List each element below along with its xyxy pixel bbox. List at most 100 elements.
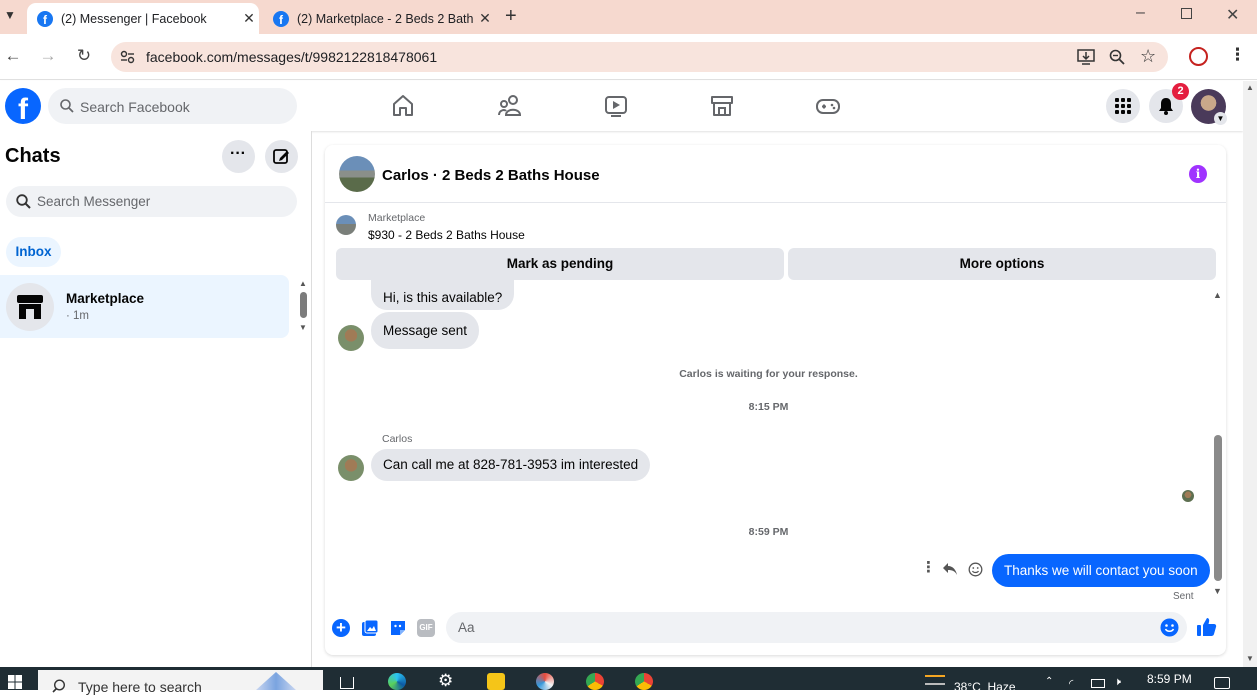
more-dots-icon: ··· (230, 145, 246, 162)
marketplace-listing-bar: Marketplace $930 - 2 Beds 2 Baths House … (325, 203, 1226, 290)
account-chevron-icon[interactable]: ▼ (1214, 112, 1227, 125)
messages-scrollbar[interactable]: ▲ ▼ (1211, 290, 1225, 600)
timestamp: 8:15 PM (748, 401, 789, 413)
search-icon (16, 194, 31, 209)
paint-app-icon[interactable] (536, 673, 554, 690)
minimize-button[interactable]: – (1136, 4, 1145, 22)
forward-button[interactable]: → (37, 46, 59, 66)
conversation-time: · 1m (66, 310, 89, 322)
bell-icon (1159, 98, 1173, 115)
message-bubble: Hi, is this available? (371, 280, 515, 310)
zoom-icon[interactable] (1109, 49, 1125, 65)
marketplace-icon[interactable] (709, 93, 735, 119)
bookmark-star-icon[interactable]: ☆ (1140, 46, 1156, 67)
mark-as-pending-button[interactable]: Mark as pending (336, 248, 784, 280)
reply-icon[interactable] (942, 562, 958, 576)
file-explorer-icon[interactable] (487, 673, 505, 690)
url-text: facebook.com/messages/t/9982122818478061 (146, 49, 438, 65)
scroll-down-arrow-icon[interactable]: ▼ (1213, 586, 1222, 596)
tab-search-button[interactable]: ▼ (4, 8, 20, 24)
facebook-logo-icon[interactable]: f (5, 88, 41, 124)
settings-gear-icon[interactable]: ⚙ (438, 671, 453, 691)
listing-avatar[interactable] (339, 156, 375, 192)
browser-menu-icon[interactable]: ⋮ (1229, 45, 1246, 65)
windows-start-icon[interactable] (8, 675, 22, 689)
volume-muted-icon[interactable]: 🕨 (1114, 676, 1121, 689)
close-window-button[interactable]: ✕ (1226, 5, 1239, 25)
search-highlight-icon (256, 672, 296, 690)
scroll-up-arrow-icon[interactable]: ▲ (1213, 290, 1222, 300)
weather-haze-icon (925, 675, 945, 685)
listing-title[interactable]: $930 - 2 Beds 2 Baths House (368, 228, 525, 242)
new-message-button[interactable] (265, 140, 298, 173)
message-bubble: Can call me at 828-781-3953 im intereste… (371, 449, 651, 481)
contact-avatar[interactable] (338, 455, 364, 481)
address-bar[interactable]: facebook.com/messages/t/9982122818478061… (111, 42, 1168, 72)
profile-icon[interactable] (1189, 47, 1208, 66)
grid-icon (1115, 98, 1131, 114)
waiting-notice: Carlos is waiting for your response. (679, 368, 858, 380)
inbox-filter-tab[interactable]: Inbox (6, 237, 61, 267)
timestamp: 8:59 PM (748, 526, 789, 538)
react-emoji-icon[interactable] (968, 562, 983, 577)
scroll-down-arrow-icon[interactable]: ▼ (1246, 654, 1254, 663)
conversation-name: Marketplace (66, 291, 145, 306)
scroll-up-arrow-icon[interactable]: ▲ (1246, 83, 1254, 92)
contact-avatar[interactable] (338, 325, 364, 351)
scroll-thumb[interactable] (1214, 435, 1222, 581)
scroll-up-arrow-icon[interactable]: ▲ (299, 279, 307, 288)
marketplace-store-icon (17, 295, 43, 319)
sidebar-scrollbar[interactable]: ▲ ▼ (298, 279, 308, 336)
close-tab-icon[interactable]: ✕ (475, 10, 495, 27)
message-status: Sent (1173, 591, 1194, 602)
info-icon[interactable]: i (1189, 165, 1207, 183)
messenger-search-input[interactable]: Search Messenger (6, 186, 297, 217)
friends-icon[interactable] (497, 93, 523, 119)
taskbar-search-input[interactable]: Type here to search (38, 670, 323, 695)
attach-photo-icon[interactable] (361, 619, 379, 637)
conversation-title[interactable]: Carlos · 2 Beds 2 Baths House (382, 167, 600, 184)
chrome-browser-icon[interactable] (586, 673, 604, 690)
more-options-button[interactable]: More options (788, 248, 1216, 280)
tab-marketplace[interactable]: f (2) Marketplace - 2 Beds 2 Bath ✕ (263, 3, 495, 34)
emoji-icon[interactable] (1160, 618, 1179, 637)
tray-overflow-icon[interactable]: ⌃ (1045, 676, 1053, 687)
reload-button[interactable]: ↻ (73, 46, 95, 66)
message-input[interactable]: Aa (446, 612, 1187, 643)
search-placeholder: Search Facebook (80, 99, 190, 115)
tab-messenger[interactable]: f (2) Messenger | Facebook ✕ (27, 3, 259, 34)
battery-icon[interactable] (1091, 679, 1105, 688)
browser-toolbar: ← → ↻ facebook.com/messages/t/9982122818… (0, 34, 1257, 80)
close-tab-icon[interactable]: ✕ (239, 10, 259, 27)
gif-icon[interactable]: GIF (417, 619, 435, 637)
task-view-icon[interactable] (340, 677, 354, 689)
network-icon[interactable]: ◜ (1069, 677, 1073, 690)
weather-text[interactable]: 38°C Haze (954, 680, 1016, 694)
facebook-search-input[interactable]: Search Facebook (48, 88, 297, 124)
tab-title: (2) Marketplace - 2 Beds 2 Bath (297, 11, 474, 26)
notification-center-icon[interactable] (1214, 677, 1230, 689)
gaming-icon[interactable] (815, 93, 841, 119)
like-thumb-icon[interactable] (1196, 617, 1217, 637)
back-button[interactable]: ← (2, 46, 24, 66)
facebook-favicon-icon: f (273, 10, 289, 27)
listing-thumbnail[interactable] (336, 215, 356, 235)
scroll-thumb[interactable] (300, 292, 307, 318)
clock-time[interactable]: 8:59 PM (1147, 672, 1192, 686)
menu-grid-button[interactable] (1106, 89, 1140, 123)
new-tab-button[interactable]: + (505, 5, 517, 28)
conversation-item-marketplace[interactable]: Marketplace · 1m (0, 275, 289, 338)
home-icon[interactable] (390, 93, 416, 119)
restore-button[interactable] (1181, 8, 1192, 19)
site-settings-icon[interactable] (120, 50, 135, 64)
scroll-down-arrow-icon[interactable]: ▼ (299, 323, 307, 332)
more-actions-plus-icon[interactable]: + (332, 619, 350, 637)
chats-options-button[interactable]: ··· (222, 140, 255, 173)
page-scrollbar[interactable]: ▲ ▼ (1243, 81, 1257, 667)
watch-video-icon[interactable] (603, 93, 629, 119)
install-app-icon[interactable] (1077, 49, 1095, 65)
sticker-icon[interactable] (389, 619, 407, 637)
edge-browser-icon[interactable] (388, 673, 406, 690)
chrome-profile-browser-icon[interactable] (635, 673, 653, 690)
message-more-icon[interactable]: ⋮ (921, 558, 936, 576)
